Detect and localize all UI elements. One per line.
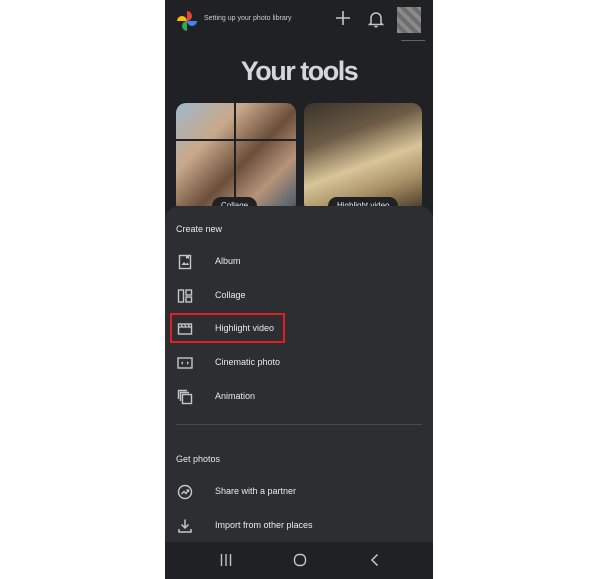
avatar[interactable] [397, 7, 421, 33]
menu-item-import[interactable]: Import from other places [165, 513, 433, 539]
top-bar: Setting up your photo library [165, 0, 433, 42]
get-photos-title: Get photos [176, 454, 221, 464]
menu-item-label: Cinematic photo [215, 357, 281, 367]
menu-item-label: Album [215, 256, 241, 266]
create-new-title: Create new [176, 224, 223, 234]
home-icon[interactable] [292, 552, 308, 568]
menu-item-album[interactable]: Album [165, 249, 433, 275]
menu-item-animation[interactable]: Animation [165, 384, 433, 410]
back-icon[interactable] [367, 552, 383, 568]
menu-item-label: Import from other places [215, 520, 313, 530]
menu-item-collage[interactable]: Collage [165, 283, 433, 309]
collage-icon [177, 289, 193, 303]
plus-icon[interactable] [335, 10, 351, 26]
status-text: Setting up your photo library [204, 15, 292, 22]
highlight-video-tool-card[interactable]: Highlight video [304, 103, 422, 213]
recent-apps-icon[interactable] [218, 552, 234, 568]
system-nav-bar [165, 542, 433, 579]
menu-item-share-with-partner[interactable]: Share with a partner [165, 479, 433, 505]
menu-item-label: Collage [215, 290, 246, 300]
menu-item-label: Animation [215, 391, 256, 401]
partner-share-icon [177, 484, 193, 500]
album-icon [178, 254, 192, 270]
page-title: Your tools [240, 56, 359, 86]
import-icon [178, 519, 192, 533]
cinematic-photo-icon [177, 357, 193, 369]
section-divider [176, 424, 422, 425]
divider [401, 40, 425, 41]
highlight-annotation-box [170, 313, 285, 343]
menu-item-label: Share with a partner [215, 486, 297, 496]
phone-screen: Setting up your photo library Your tools… [165, 0, 433, 579]
bell-icon[interactable] [368, 10, 384, 28]
collage-tool-card[interactable]: Collage [176, 103, 296, 213]
menu-item-cinematic-photo[interactable]: Cinematic photo [165, 350, 433, 376]
animation-icon [177, 389, 193, 405]
google-photos-logo-icon [177, 11, 197, 31]
